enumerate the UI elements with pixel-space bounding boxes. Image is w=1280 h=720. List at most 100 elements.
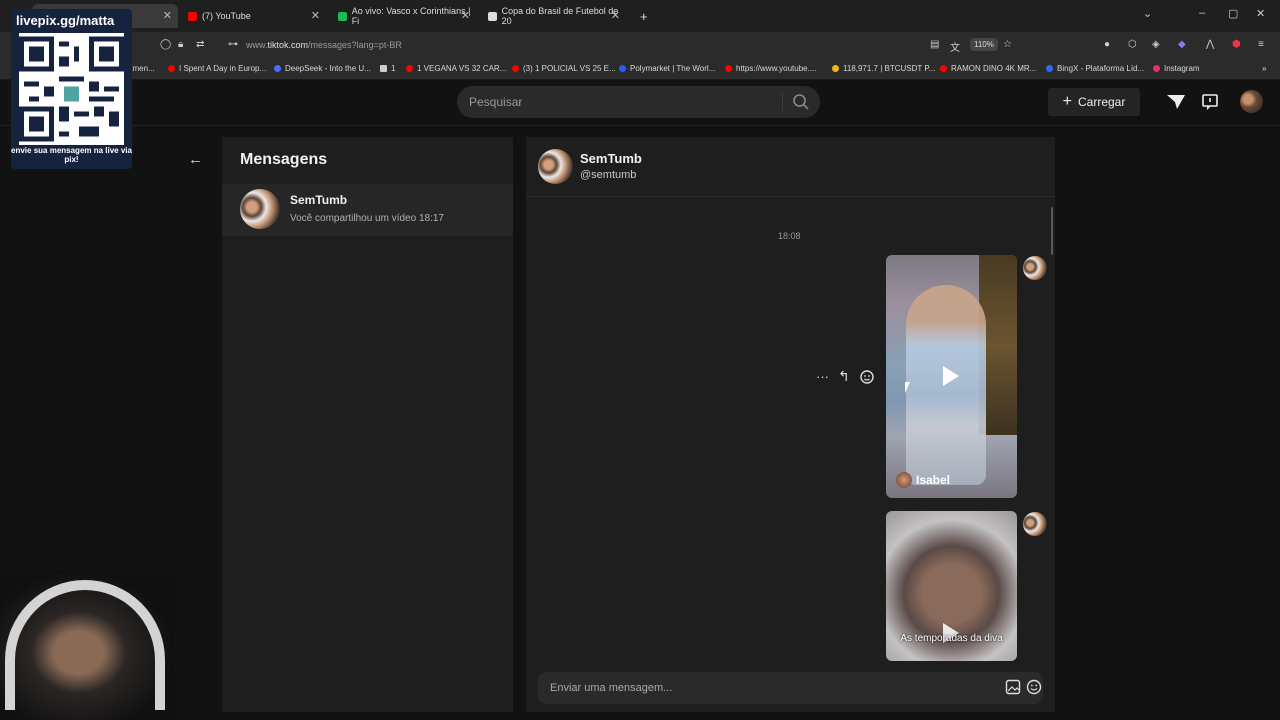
minimize-button[interactable]: –: [1199, 7, 1205, 19]
bookmark-item[interactable]: 118,971.7 | BTCUSDT P...: [832, 64, 935, 73]
emoji-icon[interactable]: [1026, 679, 1042, 695]
reply-icon[interactable]: ↰: [838, 368, 850, 385]
upload-button[interactable]: + Carregar: [1048, 88, 1140, 116]
instagram-icon: [1153, 65, 1160, 72]
browser-tab-bar: ✕ (7) YouTube ✕ Ao vivo: Vasco x Corinth…: [0, 0, 1280, 32]
more-icon[interactable]: ···: [816, 369, 829, 384]
address-bar: ◯ 🔒︎ ⇄ ⊶ www.tiktok.com/messages?lang=pt…: [0, 32, 1280, 58]
chat-panel: SemTumb @semtumb 18:08 ··· ↰ Isabel As t…: [526, 137, 1055, 712]
overlay-caption: envie sua mensagem na live via pix!: [11, 146, 132, 164]
bookmark-folder[interactable]: 1: [380, 64, 395, 73]
search-bar[interactable]: Pesquisar: [457, 86, 820, 118]
youtube-icon: [188, 11, 197, 21]
back-arrow-icon[interactable]: ←: [188, 151, 203, 168]
bookmark-item[interactable]: RAMON DINO 4K MR...: [940, 64, 1036, 73]
key-icon[interactable]: ⊶: [228, 39, 238, 50]
youtube-icon: [512, 65, 519, 72]
conversation-item[interactable]: SemTumb Você compartilhou um vídeo 18:17: [222, 184, 513, 236]
extension-icon[interactable]: ●: [1104, 39, 1110, 50]
youtube-icon: [168, 65, 175, 72]
tab-list-chevron-icon[interactable]: ⌄: [1143, 7, 1152, 20]
binance-icon: [832, 65, 839, 72]
video-author: Isabel: [896, 472, 950, 488]
sender-avatar[interactable]: [1023, 512, 1047, 536]
sender-avatar[interactable]: [1023, 256, 1047, 280]
extension-icon[interactable]: ◈: [1152, 39, 1160, 50]
site-header: Pesquisar + Carregar: [0, 80, 1280, 126]
live-icon: [338, 11, 347, 21]
bingx-icon: [1046, 65, 1053, 72]
play-icon[interactable]: [943, 366, 959, 386]
headset-shape: [5, 580, 165, 710]
send-icon[interactable]: [1166, 93, 1186, 111]
shield-icon[interactable]: ◯: [160, 39, 171, 50]
close-tab-icon[interactable]: ✕: [163, 9, 172, 22]
adblock-icon[interactable]: ⬢: [1232, 39, 1241, 50]
message-composer[interactable]: Enviar uma mensagem...: [538, 672, 1043, 704]
url-field[interactable]: www.tiktok.com/messages?lang=pt-BR: [246, 40, 402, 50]
extension-icon[interactable]: ◆: [1178, 39, 1186, 50]
plus-icon: +: [1062, 93, 1072, 110]
bookmark-item[interactable]: BingX - Plataforma Líd...: [1046, 64, 1144, 73]
reader-icon[interactable]: ▤: [930, 39, 939, 50]
browser-tab-youtube[interactable]: (7) YouTube ✕: [180, 4, 326, 28]
inbox-icon[interactable]: [1201, 93, 1219, 111]
menu-icon[interactable]: ≡: [1258, 39, 1264, 50]
bookmarks-bar: amen... I Spent A Day in Europ... DeepSe…: [0, 58, 1280, 80]
shared-video-message[interactable]: As temporadas da diva: [886, 511, 1017, 661]
youtube-icon: [725, 65, 732, 72]
extension-icon[interactable]: ⬡: [1128, 39, 1137, 50]
chat-contact-name[interactable]: SemTumb: [580, 151, 642, 166]
avatar[interactable]: [538, 149, 573, 184]
overlay-title: livepix.gg/matta: [16, 13, 115, 28]
search-icon[interactable]: [792, 93, 810, 111]
browser-tab-vasco[interactable]: Ao vivo: Vasco x Corinthians | Fi ✕: [330, 4, 476, 28]
close-tab-icon[interactable]: ✕: [311, 9, 320, 22]
new-tab-button[interactable]: +: [632, 4, 652, 28]
browser-tab-copa[interactable]: Copa do Brasil de Futebol de 20 ✕: [480, 4, 626, 28]
extension-icon[interactable]: ⋀: [1206, 39, 1214, 50]
chat-header: SemTumb @semtumb: [526, 137, 1055, 197]
lock-icon[interactable]: 🔒︎: [178, 39, 183, 50]
folder-icon: [380, 65, 387, 72]
profile-avatar[interactable]: [1240, 90, 1263, 113]
close-window-button[interactable]: ✕: [1256, 7, 1265, 20]
close-tab-icon[interactable]: ✕: [461, 9, 470, 22]
bookmark-item[interactable]: Polymarket | The Worl...: [619, 64, 715, 73]
qr-code-icon: [19, 33, 124, 145]
shared-video-message[interactable]: Isabel: [886, 255, 1017, 498]
emoji-react-icon[interactable]: [859, 369, 875, 385]
more-bookmarks-chevron-icon[interactable]: »: [1262, 64, 1266, 73]
tab-label: Ao vivo: Vasco x Corinthians | Fi: [351, 6, 471, 26]
conversations-panel: Mensagens SemTumb Você compartilhou um v…: [222, 137, 513, 712]
scrollbar[interactable]: [1051, 207, 1053, 255]
mouse-cursor: [905, 382, 910, 393]
translate-icon[interactable]: 文: [950, 39, 960, 54]
bookmark-item[interactable]: 1 VEGANA VS 32 CAR...: [406, 64, 506, 73]
wikipedia-icon: [488, 11, 497, 21]
bookmark-item[interactable]: DeepSeek - Into the U...: [274, 64, 371, 73]
image-attach-icon[interactable]: [1005, 679, 1021, 695]
youtube-icon: [406, 65, 413, 72]
page-title: Mensagens: [240, 151, 328, 168]
avatar: [896, 472, 912, 488]
video-caption: As temporadas da diva: [900, 633, 1003, 644]
youtube-icon: [940, 65, 947, 72]
bookmark-item[interactable]: I Spent A Day in Europ...: [168, 64, 266, 73]
webcam-overlay: [0, 570, 175, 720]
bookmark-item[interactable]: amen...: [128, 64, 155, 73]
bookmark-item[interactable]: Instagram: [1153, 64, 1200, 73]
message-input[interactable]: Enviar uma mensagem...: [550, 682, 672, 694]
tab-label: Copa do Brasil de Futebol de 20: [501, 6, 619, 26]
star-icon[interactable]: ☆: [1003, 39, 1012, 50]
bookmark-item[interactable]: (3) 1 POLICIAL VS 25 E...: [512, 64, 616, 73]
chat-contact-handle: @semtumb: [580, 169, 637, 181]
bookmark-item[interactable]: https://www.youtube....: [725, 64, 816, 73]
polymarket-icon: [619, 65, 626, 72]
zoom-indicator[interactable]: 110%: [970, 38, 998, 51]
divider: [782, 93, 783, 111]
search-input[interactable]: Pesquisar: [469, 95, 522, 109]
maximize-button[interactable]: ▢: [1228, 7, 1238, 20]
permissions-icon[interactable]: ⇄: [196, 39, 204, 50]
close-tab-icon[interactable]: ✕: [611, 9, 620, 22]
